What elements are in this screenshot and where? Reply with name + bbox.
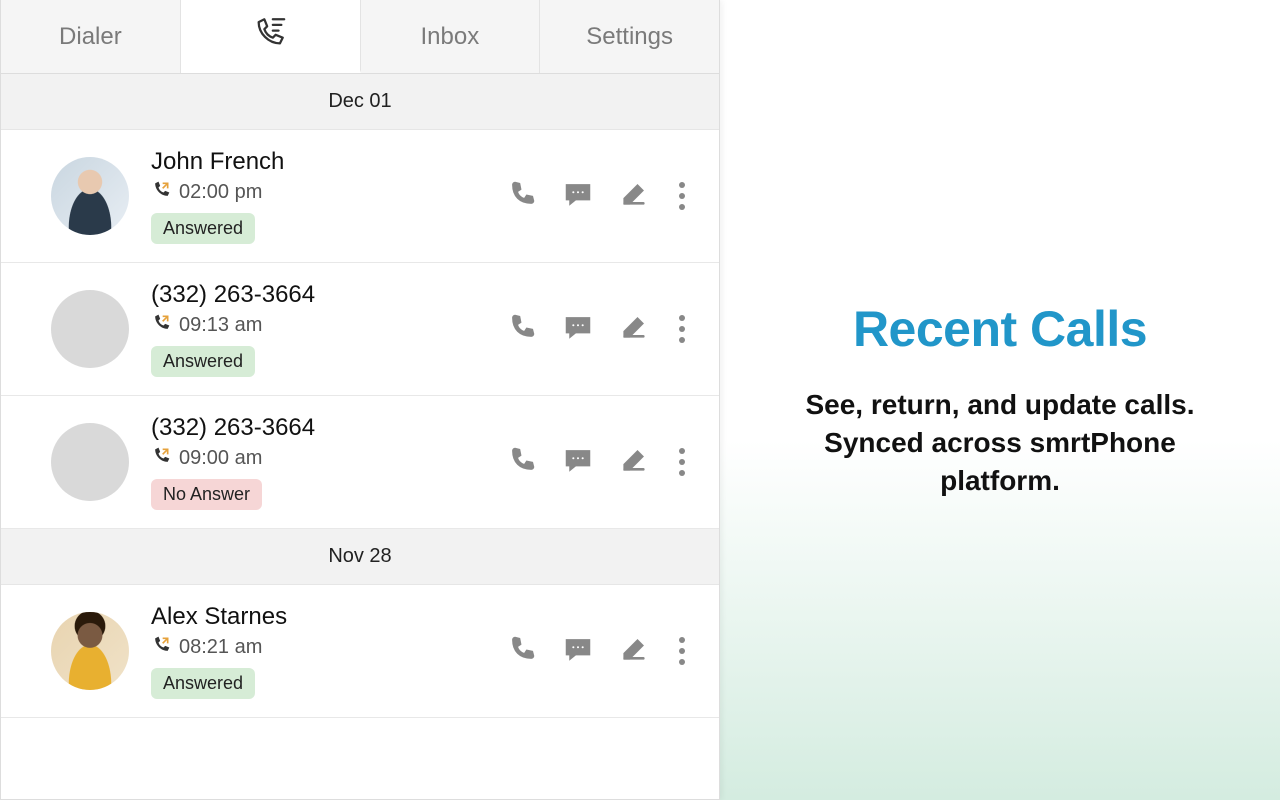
more-menu-button[interactable]	[675, 444, 689, 480]
tab-recent-calls[interactable]	[181, 0, 361, 73]
tab-settings[interactable]: Settings	[540, 0, 719, 73]
phone-icon	[508, 446, 536, 479]
marketing-copy: See, return, and update calls. Synced ac…	[805, 386, 1194, 499]
message-icon	[564, 446, 592, 479]
call-item[interactable]: (332) 263-3664 09:13 am Answered	[1, 263, 719, 396]
message-button[interactable]	[563, 181, 593, 211]
call-item[interactable]: John French 02:00 pm Answered	[1, 130, 719, 263]
avatar	[51, 423, 129, 501]
status-badge: No Answer	[151, 479, 262, 510]
message-icon	[564, 313, 592, 346]
phone-icon	[508, 180, 536, 213]
message-icon	[564, 180, 592, 213]
edit-button[interactable]	[619, 447, 649, 477]
call-time-row: 09:13 am	[151, 313, 507, 338]
call-name: John French	[151, 148, 507, 176]
call-time-row: 09:00 am	[151, 446, 507, 471]
call-actions	[507, 633, 689, 669]
call-time-row: 02:00 pm	[151, 180, 507, 205]
call-info: (332) 263-3664 09:13 am Answered	[151, 281, 507, 377]
call-time: 08:21 am	[179, 636, 262, 659]
tab-dialer[interactable]: Dialer	[1, 0, 181, 73]
call-actions	[507, 444, 689, 480]
call-info: John French 02:00 pm Answered	[151, 148, 507, 244]
outgoing-call-icon	[151, 180, 171, 205]
more-menu-button[interactable]	[675, 311, 689, 347]
edit-icon	[620, 313, 648, 346]
more-menu-button[interactable]	[675, 178, 689, 214]
date-header: Dec 01	[1, 74, 719, 130]
message-icon	[564, 635, 592, 668]
outgoing-call-icon	[151, 635, 171, 660]
call-button[interactable]	[507, 447, 537, 477]
call-item[interactable]: (332) 263-3664 09:00 am No Answer	[1, 396, 719, 529]
message-button[interactable]	[563, 447, 593, 477]
status-badge: Answered	[151, 668, 255, 699]
edit-button[interactable]	[619, 314, 649, 344]
call-log-panel: Dialer Inbox Settings Dec 01 John French 0…	[0, 0, 720, 800]
call-button[interactable]	[507, 314, 537, 344]
call-time: 02:00 pm	[179, 181, 262, 204]
edit-button[interactable]	[619, 181, 649, 211]
call-button[interactable]	[507, 636, 537, 666]
call-info: (332) 263-3664 09:00 am No Answer	[151, 414, 507, 510]
status-badge: Answered	[151, 346, 255, 377]
edit-icon	[620, 635, 648, 668]
tab-settings-label: Settings	[586, 23, 673, 51]
phone-icon	[508, 313, 536, 346]
avatar	[51, 290, 129, 368]
marketing-title: Recent Calls	[853, 300, 1147, 358]
edit-button[interactable]	[619, 636, 649, 666]
call-button[interactable]	[507, 181, 537, 211]
tab-dialer-label: Dialer	[59, 23, 122, 51]
status-badge: Answered	[151, 213, 255, 244]
date-header: Nov 28	[1, 529, 719, 585]
avatar	[51, 612, 129, 690]
edit-icon	[620, 180, 648, 213]
more-menu-button[interactable]	[675, 633, 689, 669]
outgoing-call-icon	[151, 446, 171, 471]
call-actions	[507, 311, 689, 347]
tab-inbox[interactable]: Inbox	[361, 0, 541, 73]
tab-bar: Dialer Inbox Settings	[1, 0, 719, 74]
call-item[interactable]: Alex Starnes 08:21 am Answered	[1, 585, 719, 718]
call-log-list: Dec 01John French02:00 pmAnswered(332) 2…	[1, 74, 719, 718]
call-name: (332) 263-3664	[151, 281, 507, 309]
outgoing-call-icon	[151, 313, 171, 338]
message-button[interactable]	[563, 636, 593, 666]
avatar	[51, 157, 129, 235]
call-time: 09:13 am	[179, 314, 262, 337]
message-button[interactable]	[563, 314, 593, 344]
call-time-row: 08:21 am	[151, 635, 507, 660]
call-time: 09:00 am	[179, 447, 262, 470]
call-actions	[507, 178, 689, 214]
call-info: Alex Starnes 08:21 am Answered	[151, 603, 507, 699]
call-name: (332) 263-3664	[151, 414, 507, 442]
marketing-pane: Recent Calls See, return, and update cal…	[720, 0, 1280, 800]
edit-icon	[620, 446, 648, 479]
phone-icon	[508, 635, 536, 668]
tab-inbox-label: Inbox	[421, 23, 480, 51]
call-name: Alex Starnes	[151, 603, 507, 631]
phone-list-icon	[253, 15, 287, 56]
